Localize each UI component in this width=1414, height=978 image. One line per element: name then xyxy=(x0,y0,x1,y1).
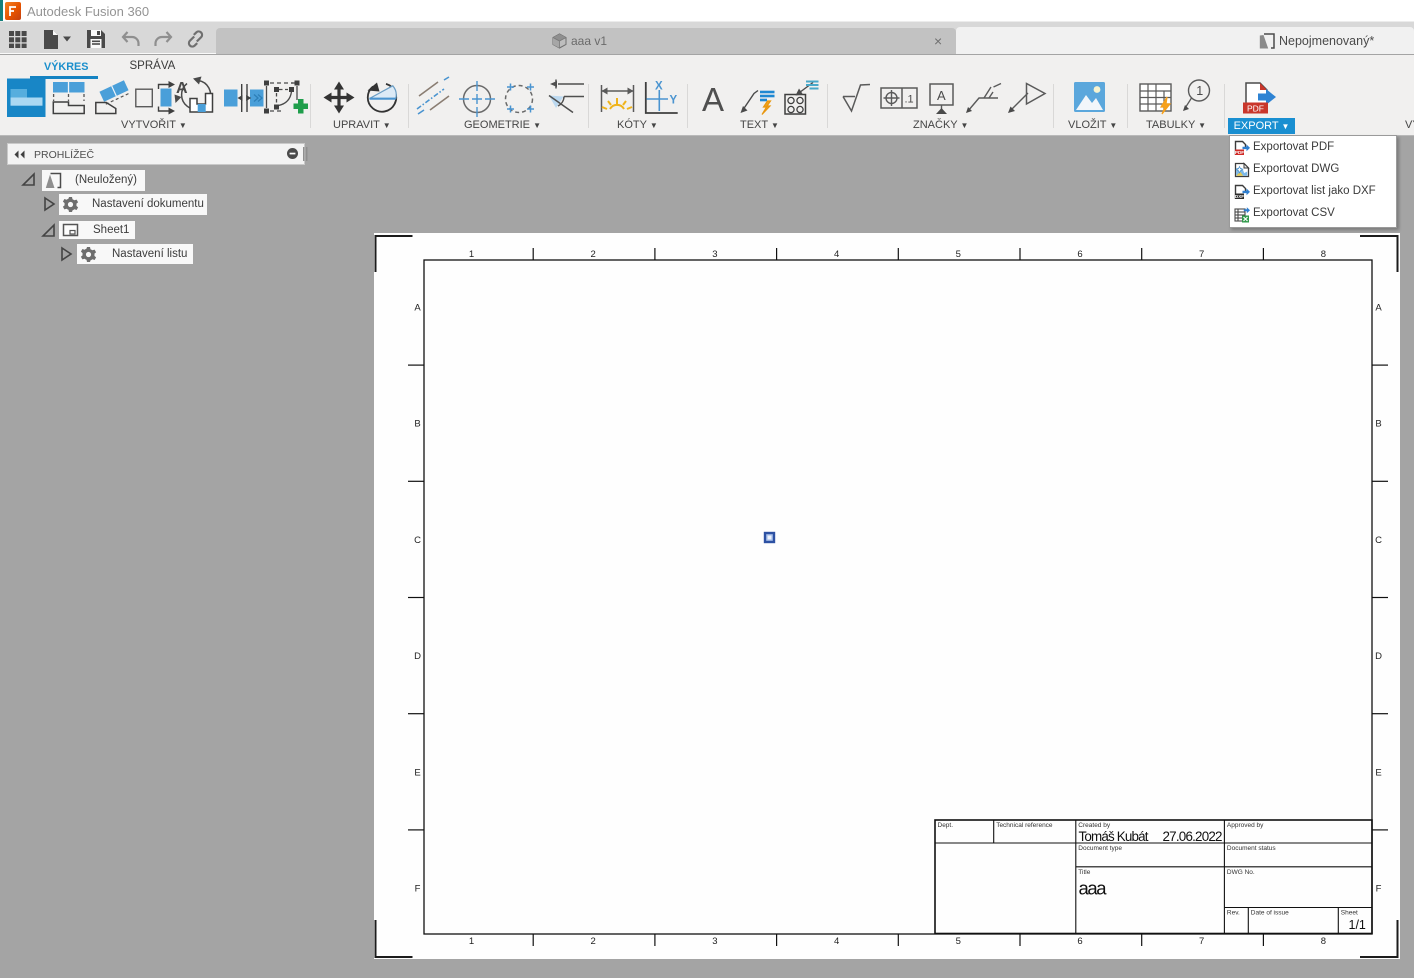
svg-text:E: E xyxy=(414,767,420,778)
svg-text:Tomáš Kubát: Tomáš Kubát xyxy=(1079,829,1149,844)
svg-text:Rev.: Rev. xyxy=(1227,910,1240,917)
svg-text:A: A xyxy=(1375,303,1382,314)
svg-text:A: A xyxy=(937,88,946,103)
svg-text:DXF: DXF xyxy=(1235,194,1244,199)
svg-text:Title: Title xyxy=(1078,869,1090,876)
svg-text:4: 4 xyxy=(834,249,839,260)
svg-text:F: F xyxy=(1376,884,1382,895)
svg-text:8: 8 xyxy=(1321,936,1326,947)
svg-text:Technical reference: Technical reference xyxy=(996,822,1053,829)
svg-text:7: 7 xyxy=(1199,249,1204,260)
svg-text:3: 3 xyxy=(712,249,717,260)
svg-text:27.06.2022: 27.06.2022 xyxy=(1163,829,1223,844)
svg-text:Created by: Created by xyxy=(1078,822,1111,829)
svg-text:1/1: 1/1 xyxy=(1349,918,1366,932)
svg-text:Document type: Document type xyxy=(1078,845,1122,852)
svg-text:Dept.: Dept. xyxy=(938,822,954,829)
svg-text:.1: .1 xyxy=(905,94,914,106)
svg-text:PDF: PDF xyxy=(1235,150,1244,155)
svg-text:4: 4 xyxy=(834,936,839,947)
svg-text:2: 2 xyxy=(591,936,596,947)
svg-text:7: 7 xyxy=(1199,936,1204,947)
svg-text:2: 2 xyxy=(591,249,596,260)
svg-text:E: E xyxy=(1375,767,1381,778)
svg-text:1: 1 xyxy=(1196,84,1203,98)
svg-text:X: X xyxy=(655,81,663,93)
svg-text:C: C xyxy=(414,535,421,546)
svg-text:PDF: PDF xyxy=(1247,104,1264,114)
svg-text:C: C xyxy=(1375,535,1382,546)
svg-text:A: A xyxy=(414,303,421,314)
svg-text:1: 1 xyxy=(469,936,474,947)
svg-text:A: A xyxy=(702,81,724,118)
svg-text:Approved by: Approved by xyxy=(1227,822,1264,829)
svg-text:Date of issue: Date of issue xyxy=(1251,910,1289,917)
svg-text:6: 6 xyxy=(1077,249,1082,260)
svg-text:Document status: Document status xyxy=(1227,845,1277,852)
svg-text:D: D xyxy=(1375,651,1382,662)
svg-text:3: 3 xyxy=(712,936,717,947)
svg-text:8: 8 xyxy=(1321,249,1326,260)
svg-text:F: F xyxy=(415,884,421,895)
svg-text:6: 6 xyxy=(1077,936,1082,947)
svg-text:5: 5 xyxy=(956,249,961,260)
svg-text:1: 1 xyxy=(469,249,474,260)
svg-text:Sheet: Sheet xyxy=(1341,910,1358,917)
svg-text:5: 5 xyxy=(956,936,961,947)
svg-text:Y: Y xyxy=(670,95,678,107)
svg-text:aaa: aaa xyxy=(1079,878,1108,899)
svg-text:D: D xyxy=(414,651,421,662)
svg-text:DWG No.: DWG No. xyxy=(1227,869,1255,876)
svg-text:B: B xyxy=(414,419,420,430)
svg-text:B: B xyxy=(1375,419,1381,430)
